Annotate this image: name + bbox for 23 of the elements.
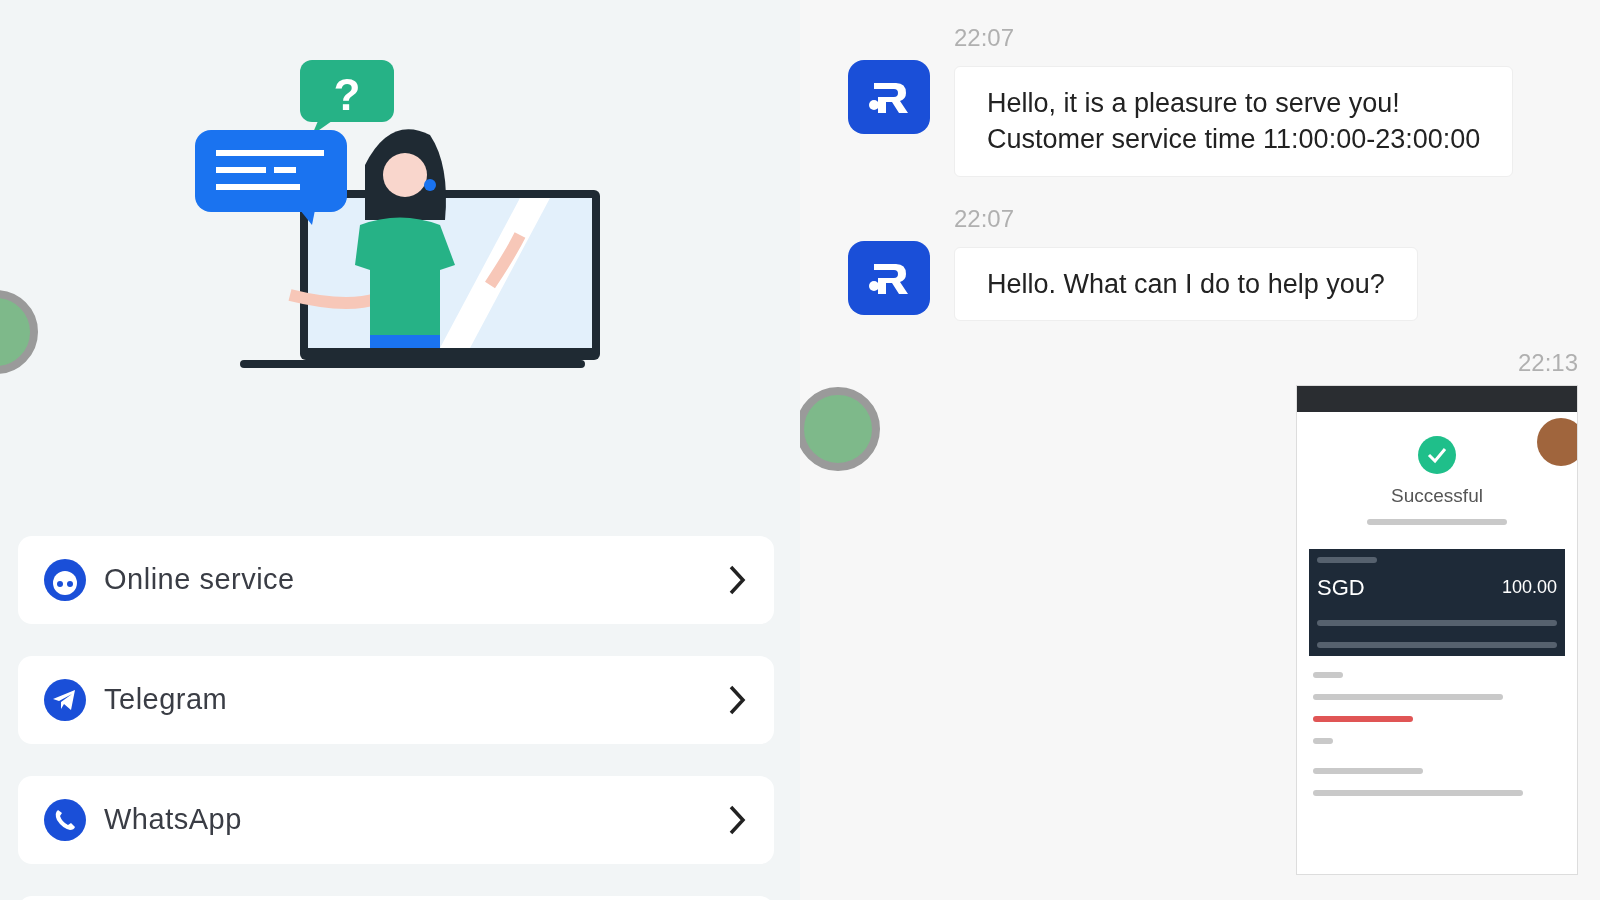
message-bubble: Hello. What can I do to help you? — [954, 246, 1418, 322]
status-title: Successful — [1390, 484, 1484, 509]
question-mark: ? — [333, 70, 361, 119]
message-time: 22:07 — [954, 203, 1016, 234]
message-time: 22:07 — [954, 23, 1016, 53]
amount-value: 100.00 — [1501, 575, 1557, 599]
blurred-text — [1317, 556, 1377, 563]
chevron-right-icon — [728, 684, 746, 716]
phone-icon — [42, 797, 88, 843]
chevron-right-icon — [728, 564, 746, 596]
blurred-text — [1313, 737, 1333, 744]
menu-item[interactable]: Telegram — [18, 656, 774, 744]
currency-label: SGD — [1317, 573, 1365, 602]
telegram-icon — [42, 677, 88, 723]
blurred-text — [1313, 671, 1343, 678]
chevron-right-icon — [728, 804, 746, 836]
check-icon — [1418, 436, 1456, 475]
menu-item[interactable]: Online service — [18, 536, 774, 624]
message-time: 22:13 — [1516, 348, 1578, 379]
agent-icon — [42, 557, 88, 603]
photo-placeholder — [1537, 418, 1577, 467]
menu-item[interactable]: WhatsApp — [18, 776, 774, 864]
message-bubble: Hello, it is a pleasure to serve you! Customer service time 11:00:00-23:00:00 — [954, 66, 1514, 177]
